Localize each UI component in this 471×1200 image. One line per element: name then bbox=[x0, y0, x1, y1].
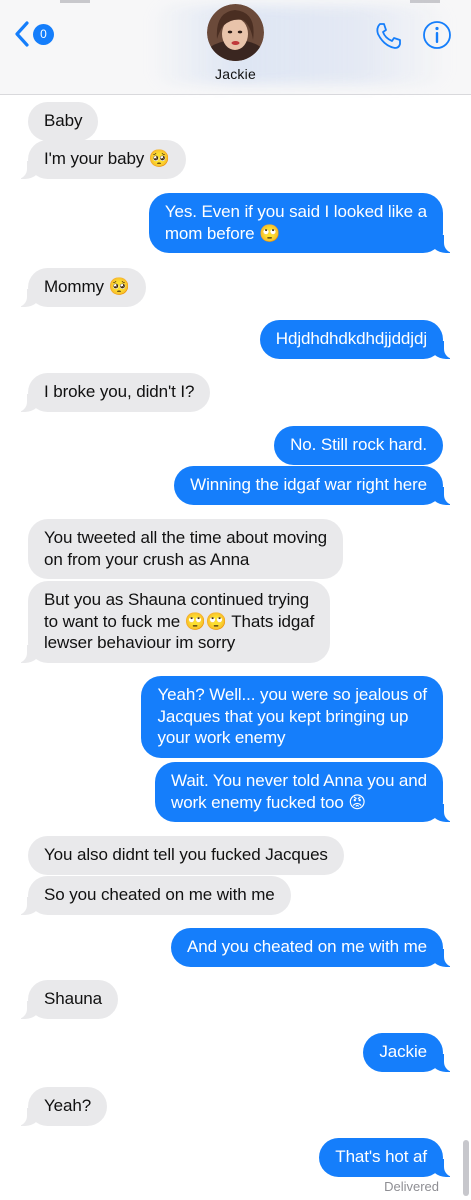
message-incoming[interactable]: Baby bbox=[28, 102, 99, 141]
unread-count-badge: 0 bbox=[33, 23, 54, 45]
phone-icon[interactable] bbox=[372, 20, 404, 52]
message-incoming[interactable]: Mommy 🥺 bbox=[1, 268, 146, 307]
scrollbar[interactable] bbox=[463, 1140, 469, 1196]
back-button[interactable]: 0 bbox=[14, 18, 54, 50]
message-incoming[interactable]: So you cheated on me with me bbox=[1, 876, 291, 915]
back-chevron-icon bbox=[15, 21, 29, 47]
message-outgoing[interactable]: Hdjdhdhdkdhdjjddjdj bbox=[259, 320, 471, 359]
message-incoming[interactable]: You also didnt tell you fucked Jacques bbox=[28, 836, 344, 875]
message-outgoing[interactable]: No. Still rock hard. bbox=[274, 426, 443, 465]
message-incoming[interactable]: But you as Shauna continued trying to wa… bbox=[0, 581, 331, 663]
conversation-header: 0 Jackie bbox=[0, 0, 471, 95]
contact-name[interactable]: Jackie bbox=[0, 66, 471, 82]
message-incoming[interactable]: Shauna bbox=[0, 980, 119, 1019]
message-outgoing[interactable]: And you cheated on me with me bbox=[171, 928, 470, 967]
message-incoming[interactable]: I'm your baby 🥺 bbox=[1, 140, 186, 179]
contact-avatar[interactable] bbox=[207, 4, 264, 61]
message-incoming[interactable]: I broke you, didn't I? bbox=[0, 373, 211, 412]
delivery-status: Delivered bbox=[384, 1179, 439, 1194]
message-outgoing[interactable]: Wait. You never told Anna you and work e… bbox=[155, 762, 470, 822]
avatar-photo bbox=[207, 4, 264, 61]
message-outgoing[interactable]: That's hot af bbox=[319, 1138, 470, 1177]
message-outgoing[interactable]: Jackie bbox=[363, 1033, 470, 1072]
status-bar-remnant bbox=[60, 0, 90, 3]
message-outgoing[interactable]: Yes. Even if you said I looked like a mo… bbox=[148, 193, 471, 253]
status-bar-remnant bbox=[410, 0, 440, 3]
message-incoming[interactable]: Yeah? bbox=[0, 1087, 108, 1126]
message-incoming[interactable]: You tweeted all the time about moving on… bbox=[28, 519, 343, 579]
info-icon[interactable] bbox=[421, 19, 453, 51]
message-outgoing[interactable]: Winning the idgaf war right here bbox=[174, 466, 470, 505]
message-outgoing[interactable]: Yeah? Well... you were so jealous of Jac… bbox=[141, 676, 443, 758]
